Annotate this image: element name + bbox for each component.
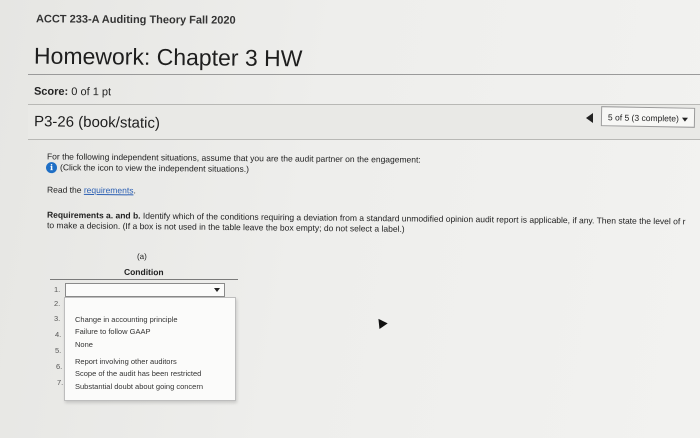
read-requirements-row: Read the requirements. (47, 185, 136, 196)
dropdown-option[interactable]: None (75, 340, 93, 349)
dropdown-option[interactable]: Report involving other auditors (75, 357, 177, 366)
dropdown-option[interactable]: Failure to follow GAAP (75, 327, 150, 336)
row-number: 5. (55, 346, 62, 355)
course-title: ACCT 233-A Auditing Theory Fall 2020 (35, 13, 236, 27)
info-text: (Click the icon to view the independent … (59, 162, 250, 174)
row-number: 4. (55, 330, 62, 339)
score-value: 0 of 1 pt (71, 85, 112, 99)
info-icon[interactable]: i (45, 162, 58, 174)
mouse-pointer-icon (374, 315, 388, 330)
info-row: i (Click the icon to view the independent… (45, 162, 250, 175)
condition-dropdown-list: Change in accounting principle Failure t… (64, 297, 236, 401)
caret-down-icon (681, 117, 688, 122)
column-letter: (a) (136, 251, 147, 262)
chevron-down-icon (214, 288, 220, 292)
row-number: 6. (56, 362, 63, 371)
question-progress-dropdown[interactable]: 5 of 5 (3 complete) (600, 106, 696, 128)
progress-text: 5 of 5 (3 complete) (607, 112, 679, 124)
requirements-link[interactable]: requirements (84, 185, 134, 195)
score-row: Score: 0 of 1 pt (34, 86, 111, 99)
table-header-divider (50, 279, 238, 280)
title-divider (28, 74, 700, 75)
problem-title: P3-26 (book/static) (33, 113, 161, 132)
score-label: Score: (33, 85, 69, 98)
homework-page: ACCT 233-A Auditing Theory Fall 2020 Hom… (0, 0, 700, 438)
homework-title: Homework: Chapter 3 HW (33, 42, 303, 72)
column-header-condition: Condition (123, 266, 164, 278)
dropdown-option[interactable]: Change in accounting principle (75, 315, 178, 324)
triangle-left-icon[interactable] (586, 113, 593, 123)
dropdown-option[interactable]: Substantial doubt about going concern (75, 382, 203, 391)
dropdown-option[interactable]: Scope of the audit has been restricted (75, 369, 201, 378)
read-prefix: Read the (46, 184, 82, 195)
requirements-bold: Requirements a. and b. (46, 209, 141, 221)
read-suffix: . (133, 185, 136, 196)
row-number: 3. (54, 314, 61, 323)
row-number: 1. (54, 285, 61, 294)
row-number: 7. (57, 378, 64, 387)
row-number: 2. (54, 299, 61, 308)
condition-select[interactable] (65, 283, 225, 297)
